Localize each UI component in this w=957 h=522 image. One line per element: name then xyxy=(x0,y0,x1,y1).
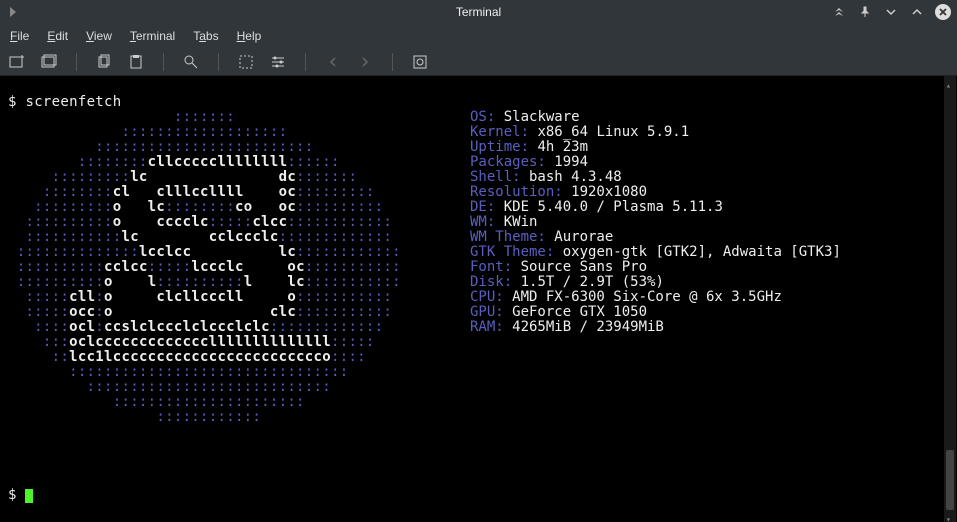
sysinfo-val: x86_64 Linux 5.9.1 xyxy=(529,124,689,140)
sysinfo-row: Resolution: 1920x1080 xyxy=(470,185,841,200)
sysinfo-row: DE: KDE 5.40.0 / Plasma 5.11.3 xyxy=(470,200,841,215)
fullscreen-icon[interactable] xyxy=(411,53,429,71)
sysinfo-row: Uptime: 4h 23m xyxy=(470,140,841,155)
sysinfo-val: Source Sans Pro xyxy=(512,259,647,275)
sysinfo-val: AMD FX-6300 Six-Core @ 6x 3.5GHz xyxy=(504,289,782,305)
sysinfo-val: oxygen-gtk [GTK2], Adwaita [GTK3] xyxy=(554,244,841,260)
sysinfo-val: 1920x1080 xyxy=(563,184,647,200)
scrollbar-up-icon[interactable]: ▴ xyxy=(946,78,954,86)
menu-view-label: iew xyxy=(94,29,112,43)
sysinfo-key: CPU: xyxy=(470,289,504,305)
menubar: File Edit View Terminal Tabs Help xyxy=(0,24,957,48)
toolbar-separator-2 xyxy=(163,53,164,71)
menu-file[interactable]: File xyxy=(10,29,29,43)
sysinfo-val: 4h 23m xyxy=(529,139,588,155)
sysinfo-key: RAM: xyxy=(470,319,504,335)
close-icon[interactable] xyxy=(935,4,951,20)
sysinfo-key: Uptime: xyxy=(470,139,529,155)
sysinfo-val: 4265MiB / 23949MiB xyxy=(504,319,664,335)
sysinfo-key: Font: xyxy=(470,259,512,275)
sysinfo-val: KWin xyxy=(495,214,537,230)
menu-tabs[interactable]: Tabs xyxy=(193,29,218,43)
sysinfo-key: Resolution: xyxy=(470,184,563,200)
terminal-viewport[interactable]: $ screenfetch ::::::: ::::::::::::::::::… xyxy=(0,76,957,522)
sysinfo-row: OS: Slackware xyxy=(470,110,841,125)
next-tab-icon[interactable] xyxy=(356,53,374,71)
titlebar: Terminal xyxy=(0,0,957,24)
menu-edit[interactable]: Edit xyxy=(47,29,68,43)
sysinfo-val: Aurorae xyxy=(546,229,613,245)
sysinfo-key: WM Theme: xyxy=(470,229,546,245)
toolbar-separator-4 xyxy=(305,53,306,71)
sysinfo-val: KDE 5.40.0 / Plasma 5.11.3 xyxy=(495,199,723,215)
sysinfo-row: WM: KWin xyxy=(470,215,841,230)
toolbar xyxy=(0,48,957,76)
sysinfo-row: RAM: 4265MiB / 23949MiB xyxy=(470,320,841,335)
sysinfo-row: Font: Source Sans Pro xyxy=(470,260,841,275)
menu-file-label: ile xyxy=(17,29,29,43)
scrollbar-down-icon[interactable]: ▾ xyxy=(946,512,954,520)
window-controls xyxy=(831,4,951,20)
scrollbar-thumb[interactable] xyxy=(946,450,954,510)
prompt-ps1-2: $ xyxy=(8,487,25,503)
prompt-line-2: $ xyxy=(8,487,33,503)
sysinfo-row: GTK Theme: oxygen-gtk [GTK2], Adwaita [G… xyxy=(470,245,841,260)
prev-tab-icon[interactable] xyxy=(324,53,342,71)
sysinfo-row: GPU: GeForce GTX 1050 xyxy=(470,305,841,320)
sysinfo-row: Disk: 1.5T / 2.9T (53%) xyxy=(470,275,841,290)
sysinfo-key: GPU: xyxy=(470,304,504,320)
system-info-block: OS: SlackwareKernel: x86_64 Linux 5.9.1U… xyxy=(470,110,841,335)
sysinfo-key: DE: xyxy=(470,199,495,215)
menu-help-label: elp xyxy=(245,29,261,43)
toolbar-separator xyxy=(76,53,77,71)
menu-terminal-label: erminal xyxy=(136,29,175,43)
sysinfo-row: Packages: 1994 xyxy=(470,155,841,170)
zoom-fit-icon[interactable] xyxy=(237,53,255,71)
sysinfo-val: Slackware xyxy=(495,109,579,125)
menu-terminal[interactable]: Terminal xyxy=(130,29,175,43)
sysinfo-key: Packages: xyxy=(470,154,546,170)
paste-icon[interactable] xyxy=(127,53,145,71)
sysinfo-key: WM: xyxy=(470,214,495,230)
shade-up-icon[interactable] xyxy=(831,4,847,20)
new-window-icon[interactable] xyxy=(40,53,58,71)
toolbar-separator-3 xyxy=(218,53,219,71)
sysinfo-key: Shell: xyxy=(470,169,521,185)
sysinfo-row: CPU: AMD FX-6300 Six-Core @ 6x 3.5GHz xyxy=(470,290,841,305)
sysinfo-val: bash 4.3.48 xyxy=(521,169,622,185)
prompt-ps1: $ xyxy=(8,94,25,110)
sysinfo-val: 1.5T / 2.9T (53%) xyxy=(512,274,664,290)
terminal-scrollbar[interactable]: ▴ ▾ xyxy=(944,76,956,522)
terminal-cursor xyxy=(25,489,33,503)
sysinfo-row: WM Theme: Aurorae xyxy=(470,230,841,245)
pin-icon[interactable] xyxy=(857,4,873,20)
sysinfo-key: OS: xyxy=(470,109,495,125)
search-icon[interactable] xyxy=(182,53,200,71)
menu-help[interactable]: Help xyxy=(237,29,262,43)
titlebar-app-icon xyxy=(10,7,16,17)
prompt-line-1: $ screenfetch xyxy=(8,94,122,110)
sysinfo-val: 1994 xyxy=(546,154,588,170)
sysinfo-key: GTK Theme: xyxy=(470,244,554,260)
prompt-command: screenfetch xyxy=(25,94,121,110)
new-tab-icon[interactable] xyxy=(8,53,26,71)
sysinfo-key: Disk: xyxy=(470,274,512,290)
menu-view[interactable]: View xyxy=(86,29,112,43)
minimize-icon[interactable] xyxy=(883,4,899,20)
sysinfo-row: Kernel: x86_64 Linux 5.9.1 xyxy=(470,125,841,140)
menu-edit-label: dit xyxy=(55,29,68,43)
sysinfo-val: GeForce GTX 1050 xyxy=(504,304,647,320)
sysinfo-key: Kernel: xyxy=(470,124,529,140)
toolbar-separator-5 xyxy=(392,53,393,71)
maximize-icon[interactable] xyxy=(909,4,925,20)
sysinfo-row: Shell: bash 4.3.48 xyxy=(470,170,841,185)
settings-icon[interactable] xyxy=(269,53,287,71)
copy-icon[interactable] xyxy=(95,53,113,71)
window-title: Terminal xyxy=(456,5,501,19)
